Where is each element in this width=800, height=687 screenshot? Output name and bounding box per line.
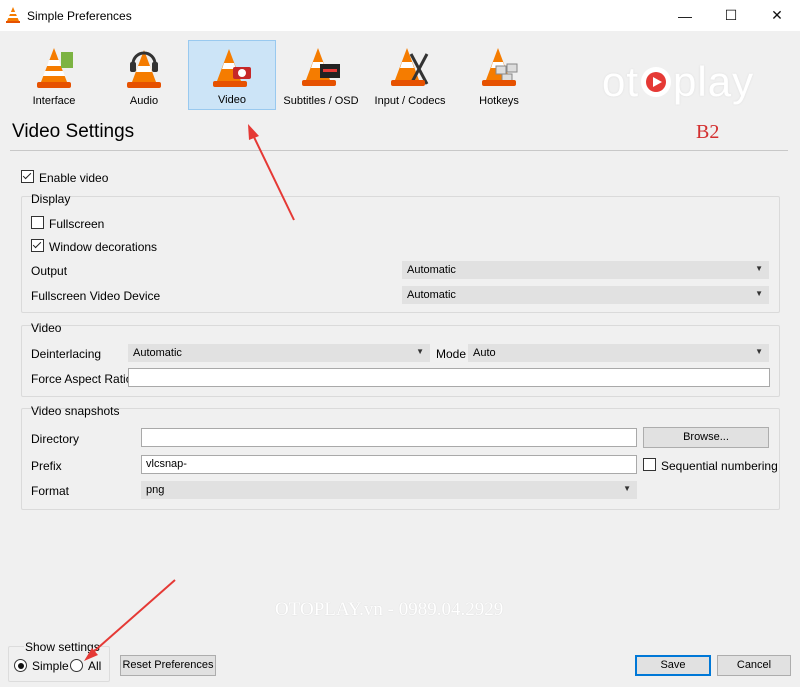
annotation-arrows	[84, 124, 295, 661]
arrow-to-video-icon	[248, 124, 295, 221]
arrow-to-all-radio-icon	[84, 579, 176, 661]
